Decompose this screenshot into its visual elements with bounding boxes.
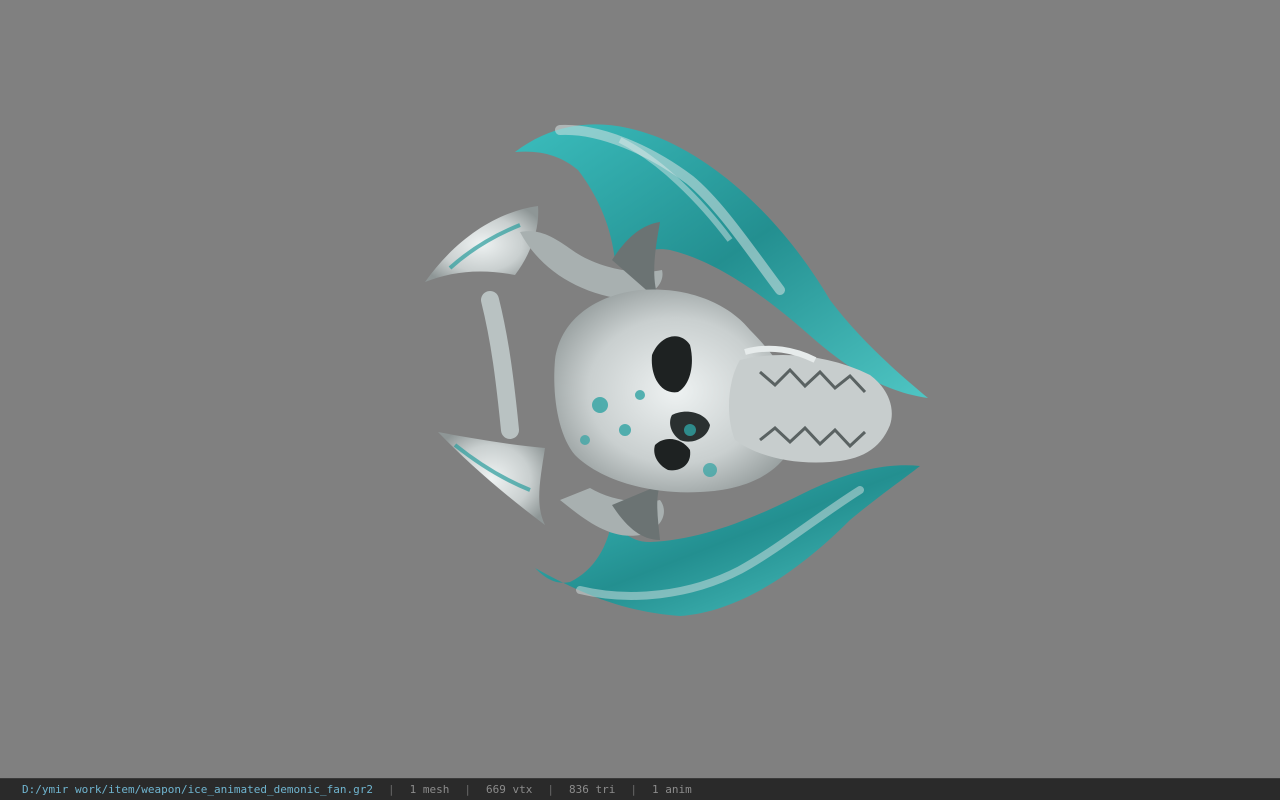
left-spikes [425, 206, 545, 525]
file-path: D:/ymir work/item/weapon/ice_animated_de… [22, 783, 373, 796]
anim-count: 1 anim [651, 783, 692, 796]
status-bar: D:/ymir work/item/weapon/ice_animated_de… [0, 778, 1280, 800]
separator: | [547, 783, 554, 796]
mesh-count: 1 mesh [409, 783, 450, 796]
model-render [425, 124, 928, 616]
vertex-count: 669 vtx [486, 783, 533, 796]
separator: | [464, 783, 471, 796]
separator: | [630, 783, 637, 796]
separator: | [388, 783, 395, 796]
3d-viewport[interactable] [0, 0, 1280, 778]
triangle-count: 836 tri [568, 783, 616, 796]
